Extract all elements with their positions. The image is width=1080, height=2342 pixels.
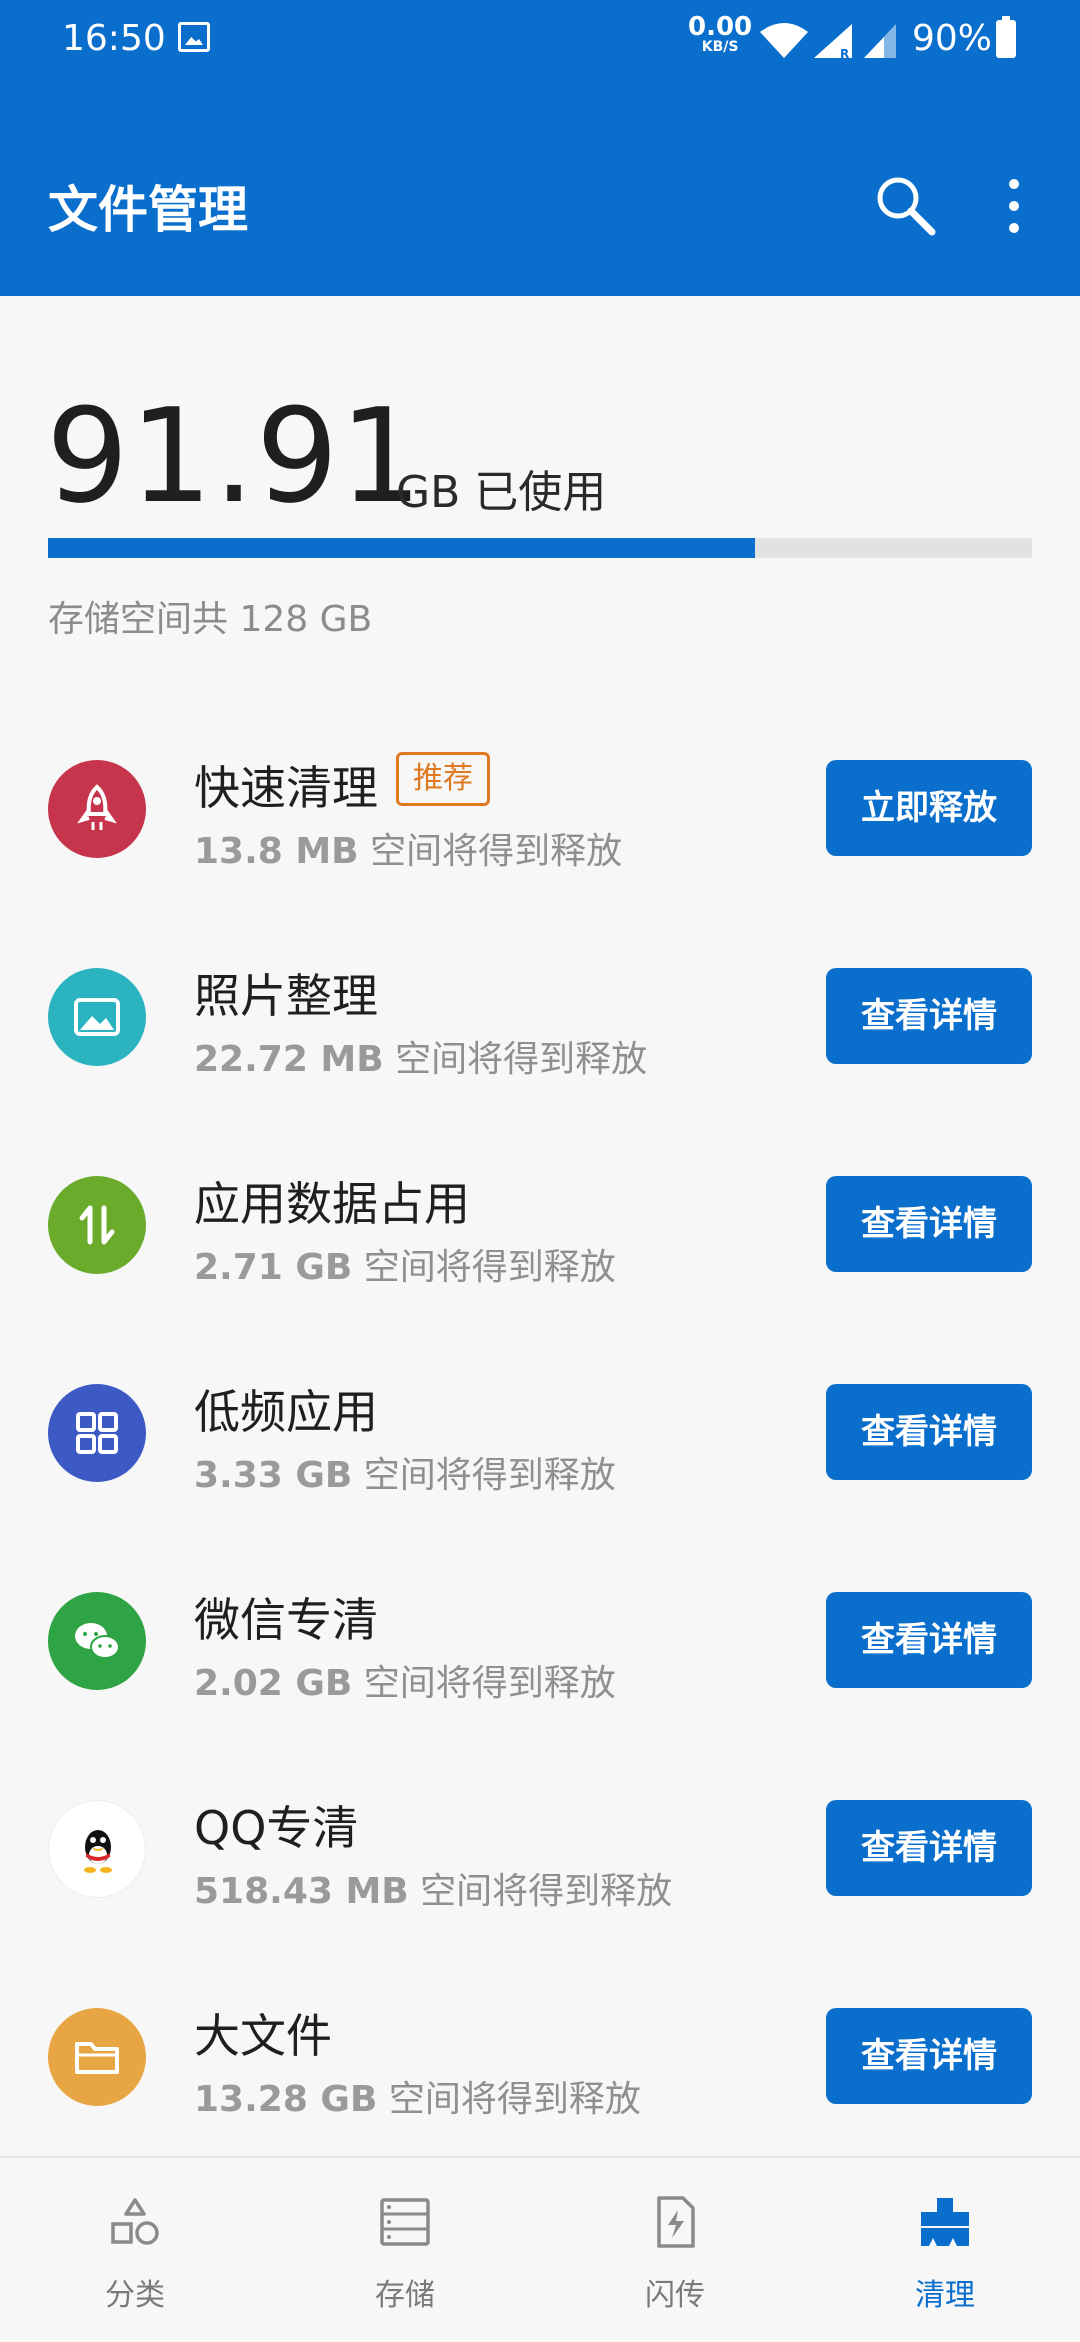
clean-icon <box>921 2198 969 2246</box>
app-bar: 文件管理 <box>0 80 1080 296</box>
list-item-subtitle: 13.8 MB 空间将得到释放 <box>194 822 622 874</box>
used-storage-value: 91.91 <box>46 380 424 532</box>
grid-icon <box>48 1384 146 1482</box>
svg-text:R: R <box>840 47 849 60</box>
list-item-title: 快速清理 <box>194 761 378 815</box>
list-item-title: 低频应用 <box>194 1385 378 1439</box>
status-time: 16:50 <box>62 18 166 59</box>
reclaimable-size: 22.72 MB <box>194 1039 384 1080</box>
reclaimable-suffix: 空间将得到释放 <box>352 1455 616 1496</box>
view-details-button[interactable]: 查看详情 <box>826 1800 1032 1896</box>
reclaimable-suffix: 空间将得到释放 <box>358 831 623 872</box>
reclaimable-suffix: 空间将得到释放 <box>352 1247 616 1288</box>
list-item-subtitle: 2.71 GB 空间将得到释放 <box>194 1238 616 1290</box>
signal-icon: R <box>814 24 852 60</box>
storage-progress-bar <box>48 538 1032 558</box>
reclaimable-size: 3.33 GB <box>194 1455 353 1496</box>
list-item-qq-clean[interactable]: QQ专清 518.43 MB 空间将得到释放 查看详情 <box>0 1758 1080 1938</box>
view-details-button[interactable]: 查看详情 <box>826 1176 1032 1272</box>
list-item-subtitle: 22.72 MB 空间将得到释放 <box>194 1030 647 1082</box>
bottom-nav: 分类 存储 闪传 清理 <box>0 2156 1080 2340</box>
list-item-subtitle: 13.28 GB 空间将得到释放 <box>194 2070 641 2122</box>
list-item-subtitle: 3.33 GB 空间将得到释放 <box>194 1446 616 1498</box>
battery-percent: 90% <box>912 18 993 59</box>
list-item-title: 微信专清 <box>194 1593 378 1647</box>
used-storage-unit: GB 已使用 <box>396 467 607 518</box>
wifi-icon <box>760 23 808 58</box>
release-now-button[interactable]: 立即释放 <box>826 760 1032 856</box>
reclaimable-suffix: 空间将得到释放 <box>352 1663 616 1704</box>
tab-clean[interactable]: 清理 <box>810 2158 1080 2342</box>
photo-icon <box>178 22 210 52</box>
reclaimable-size: 13.8 MB <box>194 831 359 872</box>
list-item-subtitle: 518.43 MB 空间将得到释放 <box>194 1862 672 1914</box>
list-item-title: 应用数据占用 <box>194 1177 470 1231</box>
battery-icon <box>996 16 1016 58</box>
tab-storage[interactable]: 存储 <box>270 2158 540 2342</box>
view-details-button[interactable]: 查看详情 <box>826 968 1032 1064</box>
reclaimable-size: 2.71 GB <box>194 1247 353 1288</box>
list-item-app-data[interactable]: 应用数据占用 2.71 GB 空间将得到释放 查看详情 <box>0 1134 1080 1314</box>
rocket-icon <box>48 760 146 858</box>
storage-total: 存储空间共 128 GB <box>48 599 373 640</box>
net-speed-unit: KB/S <box>701 39 739 55</box>
list-item-title: 照片整理 <box>194 969 378 1023</box>
net-speed-value: 0.00 <box>688 12 753 42</box>
list-item-title: 大文件 <box>194 2009 332 2063</box>
more-vertical-icon[interactable] <box>1000 172 1028 240</box>
reclaimable-size: 2.02 GB <box>194 1663 353 1704</box>
list-item-subtitle: 2.02 GB 空间将得到释放 <box>194 1654 616 1706</box>
view-details-button[interactable]: 查看详情 <box>826 1592 1032 1688</box>
flash-transfer-icon <box>657 2196 695 2248</box>
qq-penguin-icon <box>48 1800 146 1898</box>
view-details-button[interactable]: 查看详情 <box>826 2008 1032 2104</box>
signal-icon <box>864 24 896 58</box>
reclaimable-suffix: 空间将得到释放 <box>383 1039 648 1080</box>
tab-label: 清理 <box>915 2278 975 2313</box>
reclaimable-suffix: 空间将得到释放 <box>408 1871 673 1912</box>
net-speed: 0.00 KB/S <box>688 14 752 54</box>
storage-icon <box>380 2198 430 2246</box>
list-item-wechat-clean[interactable]: 微信专清 2.02 GB 空间将得到释放 查看详情 <box>0 1550 1080 1730</box>
status-bar: 16:50 0.00 KB/S R 90% <box>0 0 1080 80</box>
list-item-large-files[interactable]: 大文件 13.28 GB 空间将得到释放 查看详情 <box>0 1966 1080 2146</box>
list-item-quick-clean[interactable]: 快速清理 推荐 13.8 MB 空间将得到释放 立即释放 <box>0 718 1080 898</box>
reclaimable-suffix: 空间将得到释放 <box>377 2079 641 2120</box>
search-icon[interactable] <box>872 172 940 240</box>
list-item-title: QQ专清 <box>194 1801 359 1855</box>
list-item-photos[interactable]: 照片整理 22.72 MB 空间将得到释放 查看详情 <box>0 926 1080 1106</box>
list-item-low-frequency-apps[interactable]: 低频应用 3.33 GB 空间将得到释放 查看详情 <box>0 1342 1080 1522</box>
page-title: 文件管理 <box>48 181 248 239</box>
category-icon <box>111 2198 159 2245</box>
recommend-badge: 推荐 <box>396 752 490 806</box>
tab-flash-transfer[interactable]: 闪传 <box>540 2158 810 2342</box>
view-details-button[interactable]: 查看详情 <box>826 1384 1032 1480</box>
transfer-icon <box>48 1176 146 1274</box>
reclaimable-size: 13.28 GB <box>194 2079 378 2120</box>
tab-label: 存储 <box>375 2278 435 2313</box>
storage-progress-fill <box>48 538 755 558</box>
image-icon <box>48 968 146 1066</box>
wechat-icon <box>48 1592 146 1690</box>
tab-label: 闪传 <box>645 2278 705 2313</box>
tab-category[interactable]: 分类 <box>0 2158 270 2342</box>
tab-label: 分类 <box>105 2278 165 2313</box>
folder-icon <box>48 2008 146 2106</box>
reclaimable-size: 518.43 MB <box>194 1871 409 1912</box>
